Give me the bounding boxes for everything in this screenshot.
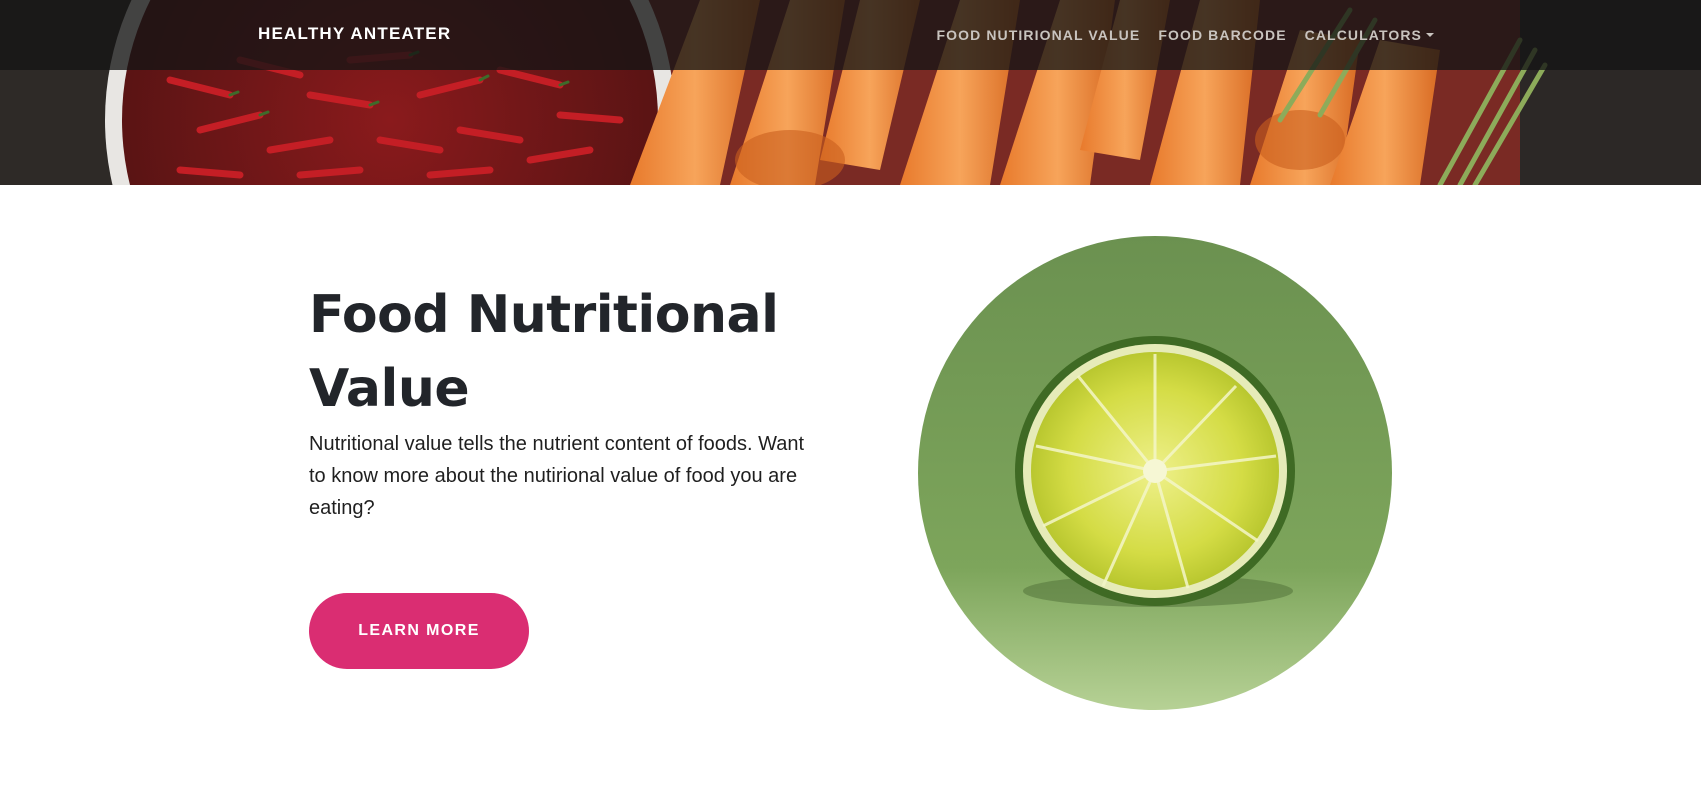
nav-links: FOOD NUTIRIONAL VALUE FOOD BARCODE CALCU… <box>937 27 1434 43</box>
main-content: Food Nutritional Value Nutritional value… <box>0 185 1701 791</box>
nav-link-food-nutritional-value[interactable]: FOOD NUTIRIONAL VALUE <box>937 27 1141 43</box>
nav-link-food-barcode[interactable]: FOOD BARCODE <box>1158 27 1286 43</box>
learn-more-button[interactable]: LEARN MORE <box>309 593 529 669</box>
hero-banner: HEALTHY ANTEATER FOOD NUTIRIONAL VALUE F… <box>0 0 1701 185</box>
chevron-down-icon <box>1426 33 1434 37</box>
top-navbar: HEALTHY ANTEATER FOOD NUTIRIONAL VALUE F… <box>0 0 1701 70</box>
brand-logo-link[interactable]: HEALTHY ANTEATER <box>258 24 451 44</box>
lime-slice-illustration <box>918 236 1392 710</box>
nav-dropdown-calculators-label: CALCULATORS <box>1304 27 1422 43</box>
page-title: Food Nutritional Value <box>309 285 779 419</box>
page-description: Nutritional value tells the nutrient con… <box>309 433 805 519</box>
lime-image <box>918 236 1392 710</box>
nav-dropdown-calculators[interactable]: CALCULATORS <box>1305 27 1434 43</box>
